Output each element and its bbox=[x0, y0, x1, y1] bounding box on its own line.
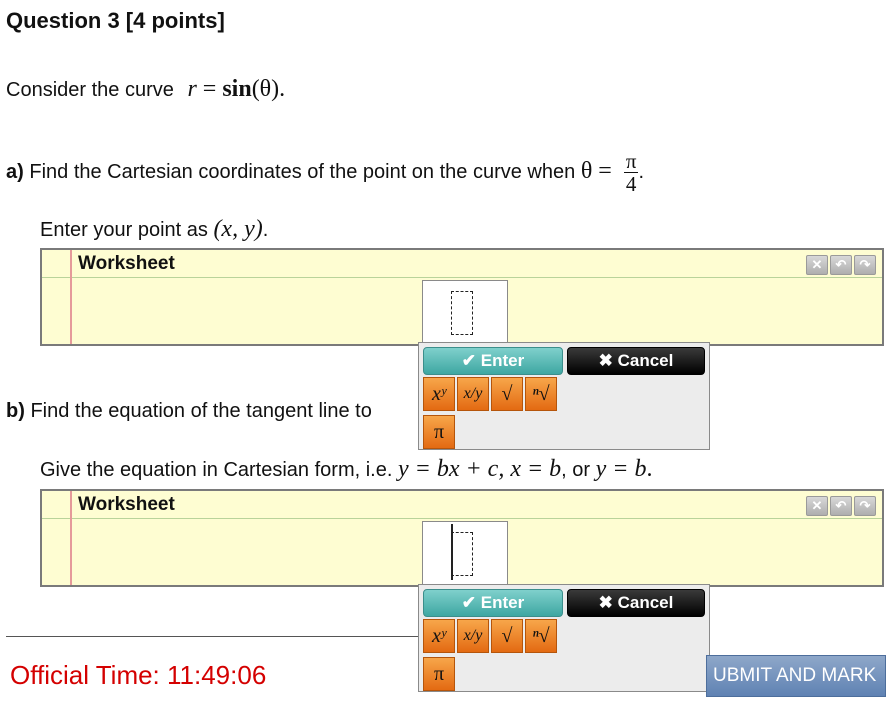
part-b-label: b) bbox=[6, 400, 25, 422]
power-key[interactable]: xʸ bbox=[423, 619, 455, 653]
part-a-instruction: Enter your point as (x, y). bbox=[40, 216, 269, 242]
intro-text: Consider the curve bbox=[6, 79, 174, 101]
placeholder-box bbox=[451, 532, 473, 576]
text-caret bbox=[451, 524, 453, 580]
official-time: Official Time: 11:49:06 bbox=[10, 660, 267, 690]
palette-keys: xʸ x/y √ ⁿ√ bbox=[423, 377, 557, 411]
clear-icon[interactable]: ✕ bbox=[806, 255, 828, 275]
undo-icon[interactable]: ↶ bbox=[830, 255, 852, 275]
worksheet-a: Worksheet ✕ ↶ ↷ bbox=[40, 248, 884, 346]
redo-icon[interactable]: ↷ bbox=[854, 255, 876, 275]
divider bbox=[6, 636, 420, 637]
undo-icon[interactable]: ↶ bbox=[830, 496, 852, 516]
nth-root-key[interactable]: ⁿ√ bbox=[525, 619, 557, 653]
fraction-key[interactable]: x/y bbox=[457, 619, 489, 653]
enter-button[interactable]: ✔ Enter bbox=[423, 347, 563, 375]
math-palette-a: ✔ Enter ✖ Cancel xʸ x/y √ ⁿ√ π bbox=[418, 342, 710, 450]
worksheet-tools: ✕ ↶ ↷ bbox=[806, 496, 876, 516]
worksheet-title: Worksheet bbox=[78, 253, 175, 274]
cancel-button[interactable]: ✖ Cancel bbox=[567, 347, 705, 375]
power-key[interactable]: xʸ bbox=[423, 377, 455, 411]
pi-over-4: π4 bbox=[623, 149, 639, 196]
math-palette-b: ✔ Enter ✖ Cancel xʸ x/y √ ⁿ√ π bbox=[418, 584, 710, 692]
worksheet-title: Worksheet bbox=[78, 494, 175, 515]
margin-line bbox=[70, 491, 72, 585]
worksheet-b: Worksheet ✕ ↶ ↷ bbox=[40, 489, 884, 587]
fraction-key[interactable]: x/y bbox=[457, 377, 489, 411]
part-a-label: a) bbox=[6, 160, 24, 183]
part-a-prompt: a) Find the Cartesian coordinates of the… bbox=[6, 149, 645, 196]
pi-key[interactable]: π bbox=[423, 657, 455, 691]
worksheet-tools: ✕ ↶ ↷ bbox=[806, 255, 876, 275]
redo-icon[interactable]: ↷ bbox=[854, 496, 876, 516]
sqrt-key[interactable]: √ bbox=[491, 619, 523, 653]
curve-equation: r = sin(θ). bbox=[187, 76, 286, 102]
answer-input-a[interactable] bbox=[422, 280, 508, 344]
enter-button[interactable]: ✔ Enter bbox=[423, 589, 563, 617]
question-title: Question 3 [4 points] bbox=[6, 8, 225, 33]
part-b-instruction: Give the equation in Cartesian form, i.e… bbox=[40, 456, 653, 482]
sqrt-key[interactable]: √ bbox=[491, 377, 523, 411]
margin-line bbox=[70, 250, 72, 344]
pi-key[interactable]: π bbox=[423, 415, 455, 449]
cancel-button[interactable]: ✖ Cancel bbox=[567, 589, 705, 617]
curve-statement: Consider the curve r = sin(θ). bbox=[6, 76, 285, 103]
answer-input-b[interactable] bbox=[422, 521, 508, 585]
nth-root-key[interactable]: ⁿ√ bbox=[525, 377, 557, 411]
theta-expr: θ = bbox=[580, 157, 618, 184]
submit-button[interactable]: UBMIT AND MARK bbox=[706, 655, 886, 697]
part-b-prompt: b) Find the equation of the tangent line… bbox=[6, 400, 372, 422]
placeholder-box bbox=[451, 291, 473, 335]
clear-icon[interactable]: ✕ bbox=[806, 496, 828, 516]
palette-keys: xʸ x/y √ ⁿ√ bbox=[423, 619, 557, 653]
